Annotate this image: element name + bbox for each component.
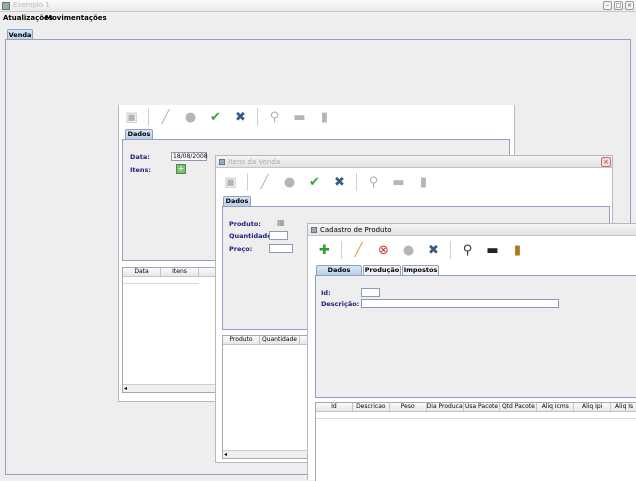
frame-icon	[311, 227, 317, 233]
cadastro-produto-titlebar: Cadastro de Produto	[308, 224, 636, 236]
col-produto[interactable]: Produto	[223, 336, 260, 345]
tab-producao[interactable]: Produção	[363, 265, 401, 275]
cancel-icon[interactable]: ●	[281, 174, 298, 191]
itens-venda-title: Itens da Venda	[228, 158, 281, 166]
col-peso[interactable]: Peso	[390, 403, 427, 412]
app-titlebar: Exemplo 1 – □ ×	[0, 0, 636, 12]
print-icon[interactable]: ▬	[390, 174, 407, 191]
delete-icon[interactable]: ✖	[331, 174, 348, 191]
preco-field[interactable]	[269, 244, 293, 253]
cancel-icon[interactable]: ⊗	[375, 242, 392, 259]
tab-dados[interactable]: Dados	[223, 196, 251, 206]
search-icon[interactable]: ⚲	[459, 242, 476, 259]
col-quantidade[interactable]: Quantidade	[260, 336, 300, 345]
tab-dados-gerais[interactable]: Dados Gerais	[316, 265, 362, 283]
minimize-button[interactable]: –	[603, 1, 612, 10]
edit-icon[interactable]: ╱	[256, 174, 273, 191]
col-usa-pacote[interactable]: Usa Pacote	[464, 403, 501, 412]
close-button[interactable]: ×	[625, 1, 634, 10]
delete-icon[interactable]: ✖	[232, 109, 249, 126]
descricao-label: Descrição:	[321, 300, 360, 308]
exit-icon[interactable]: ▮	[316, 109, 333, 126]
tab-impostos[interactable]: Impostos	[402, 265, 439, 275]
itens-venda-titlebar: Itens da Venda ×	[216, 156, 612, 168]
descricao-field[interactable]	[361, 299, 559, 308]
itens-venda-toolbar: ▣ ╱ ● ✔ ✖ ⚲ ▬ ▮	[222, 170, 440, 194]
venda-table-header: Data Itens	[123, 268, 217, 277]
quantidade-field[interactable]	[269, 231, 288, 240]
col-data[interactable]: Data	[123, 268, 161, 277]
venda-toolbar: ▣ ╱ ● ✔ ✖ ⚲ ▬ ▮	[123, 105, 341, 129]
col-dia-producao[interactable]: Dia Producao	[427, 403, 464, 412]
venda-table: Data Itens ◂	[122, 267, 218, 393]
produto-label: Produto:	[229, 220, 261, 228]
search-product-icon[interactable]: ▦	[277, 218, 286, 227]
cadastro-dados-panel: Id: Descrição:	[315, 275, 636, 398]
search-icon[interactable]: ⚲	[266, 109, 283, 126]
print-icon[interactable]: ▬	[291, 109, 308, 126]
cancel-icon[interactable]: ●	[182, 109, 199, 126]
id-label: Id:	[321, 289, 331, 297]
new-icon[interactable]: ▣	[222, 174, 239, 191]
table-row[interactable]	[123, 277, 199, 284]
col-id[interactable]: Id	[316, 403, 353, 412]
confirm-icon[interactable]: ●	[400, 242, 417, 259]
horizontal-scrollbar[interactable]: ◂	[223, 450, 311, 458]
col-aliq-is[interactable]: Aliq Is	[611, 403, 636, 412]
itens-table-header: Produto Quantidade	[223, 336, 311, 345]
edit-icon[interactable]: ╱	[350, 242, 367, 259]
exit-icon[interactable]: ▮	[509, 242, 526, 259]
cadastro-table-header: Id Descricao Peso Dia Producao Usa Pacot…	[316, 403, 636, 412]
col-aliq-ipi[interactable]: Aliq Ipi	[574, 403, 612, 412]
cadastro-table: Id Descricao Peso Dia Producao Usa Pacot…	[315, 402, 636, 481]
maximize-button[interactable]: □	[614, 1, 623, 10]
confirm-icon[interactable]: ✔	[207, 109, 224, 126]
tab-dados[interactable]: Dados	[125, 129, 153, 139]
app-icon	[2, 2, 10, 10]
col-aliq-icms[interactable]: Aliq Icms	[537, 403, 575, 412]
new-icon[interactable]: ▣	[123, 109, 140, 126]
data-label: Data:	[130, 153, 150, 161]
window-title: Exemplo 1	[13, 1, 50, 9]
exit-icon[interactable]: ▮	[415, 174, 432, 191]
frame-icon	[219, 159, 225, 165]
itens-venda-table: Produto Quantidade ◂	[222, 335, 312, 459]
quantidade-label: Quantidade:	[229, 232, 275, 240]
add-item-icon[interactable]: +	[176, 164, 186, 174]
id-field[interactable]	[361, 288, 380, 297]
table-row[interactable]	[316, 412, 636, 419]
col-qtd-pacote[interactable]: Qtd Pacote	[500, 403, 538, 412]
data-field[interactable]: 18/08/2008	[171, 152, 208, 161]
new-icon[interactable]: ✚	[316, 242, 333, 259]
menu-movimentacoes[interactable]: Movimentações	[45, 14, 107, 22]
preco-label: Preço:	[229, 245, 253, 253]
itens-venda-close-button[interactable]: ×	[601, 157, 611, 167]
horizontal-scrollbar[interactable]: ◂	[123, 384, 217, 392]
itens-label: Itens:	[130, 166, 152, 174]
cadastro-toolbar: ✚ ╱ ⊗ ● ✖ ⚲ ▬ ▮	[316, 238, 534, 262]
col-descricao[interactable]: Descricao	[353, 403, 390, 412]
menubar: Atualizações Movimentações	[0, 12, 636, 24]
cadastro-produto-title: Cadastro de Produto	[320, 226, 392, 234]
print-icon[interactable]: ▬	[484, 242, 501, 259]
delete-icon[interactable]: ✖	[425, 242, 442, 259]
confirm-icon[interactable]: ✔	[306, 174, 323, 191]
search-icon[interactable]: ⚲	[365, 174, 382, 191]
edit-icon[interactable]: ╱	[157, 109, 174, 126]
cadastro-produto-frame: Cadastro de Produto ✚ ╱ ⊗ ● ✖ ⚲ ▬ ▮ Dado…	[307, 223, 636, 481]
col-itens[interactable]: Itens	[161, 268, 199, 277]
